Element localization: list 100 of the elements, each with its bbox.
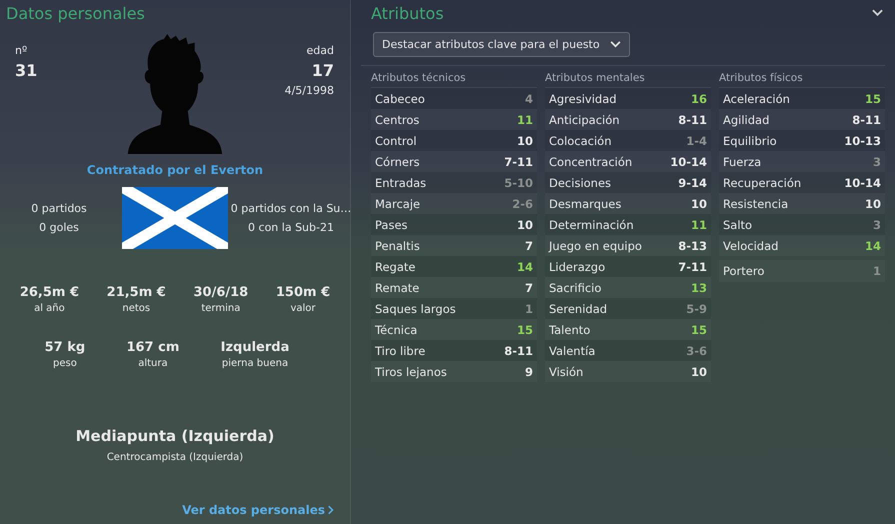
stat-label: netos xyxy=(122,303,150,314)
attribute-name: Decisiones xyxy=(549,176,612,190)
birth-date: 4/5/1998 xyxy=(284,84,334,97)
attribute-name: Penaltis xyxy=(375,238,420,252)
stat-value: 57 kg xyxy=(44,340,86,355)
column-heading: Atributos técnicos xyxy=(371,66,537,88)
attribute-value: 16 xyxy=(690,92,707,106)
stat-value: 150m € xyxy=(276,285,330,300)
attribute-name: Centros xyxy=(375,112,420,126)
number-label: nº xyxy=(15,44,28,57)
attribute-value: 3 xyxy=(872,154,881,168)
attribute-value: 14 xyxy=(864,238,881,252)
attribute-value: 1-4 xyxy=(686,134,707,148)
attribute-value: 3-6 xyxy=(686,344,707,358)
stat-value: 167 cm xyxy=(126,340,180,355)
attribute-name: Visión xyxy=(549,364,584,378)
stat-label: termina xyxy=(201,303,240,314)
stat-label: altura xyxy=(138,358,168,369)
attribute-value: 3 xyxy=(872,218,881,232)
attribute-value: 4 xyxy=(524,92,533,106)
attribute-name: Talento xyxy=(549,322,590,336)
attribute-name: Colocación xyxy=(549,134,612,148)
stat-label: valor xyxy=(290,303,316,314)
stat-value: 26,5m € xyxy=(20,285,80,300)
attribute-name: Recuperación xyxy=(723,176,802,190)
attribute-value: 10 xyxy=(516,134,533,148)
attribute-name: Control xyxy=(375,134,417,148)
stat-label: al año xyxy=(34,303,65,314)
attribute-name: Marcaje xyxy=(375,196,420,210)
attribute-value: 9-14 xyxy=(678,176,707,190)
attribute-value: 11 xyxy=(690,218,707,232)
attribute-name: Tiros lejanos xyxy=(375,364,447,378)
attribute-name: Saques largos xyxy=(375,302,456,316)
stat-value: Izqulerda xyxy=(220,340,290,355)
attribute-name: Sacrificio xyxy=(549,280,602,294)
attribute-value: 5-10 xyxy=(504,176,533,190)
stat-label: pierna buena xyxy=(222,358,288,369)
attribute-value: 1 xyxy=(872,264,881,278)
attribute-value: 11 xyxy=(516,112,533,126)
attribute-value: 8-11 xyxy=(678,112,707,126)
attribute-name: Remate xyxy=(375,280,420,294)
panel-title: Atributos xyxy=(370,3,444,25)
panel-title: Datos personales xyxy=(5,3,146,25)
column-heading: Atributos mentales xyxy=(545,66,711,88)
caps-text: 0 goles xyxy=(39,221,79,234)
stat-value: 21,5m € xyxy=(106,285,166,300)
attribute-value: 7 xyxy=(524,280,533,294)
caps-text: 0 con la Sub-21 xyxy=(248,221,334,234)
chevron-down-icon[interactable] xyxy=(872,9,883,17)
attribute-value: 7-11 xyxy=(678,260,707,274)
highlight-dropdown[interactable]: Destacar atributos clave para el puesto xyxy=(373,32,630,57)
attribute-name: Entradas xyxy=(375,176,426,190)
attribute-value: 1 xyxy=(524,302,533,316)
attribute-name: Desmarques xyxy=(549,196,622,210)
attribute-name: Córners xyxy=(375,154,420,168)
attribute-name: Técnica xyxy=(375,322,418,336)
attribute-value: 10 xyxy=(516,218,533,232)
attribute-value: 10-14 xyxy=(844,176,881,190)
caps-text: 0 partidos xyxy=(31,202,87,215)
attribute-value: 10 xyxy=(864,196,881,210)
attribute-value: 10 xyxy=(690,364,707,378)
secondary-position: Centrocampista (Izquierda) xyxy=(106,452,244,463)
stat-value: 30/6/18 xyxy=(194,285,248,300)
attribute-value: 10 xyxy=(690,196,707,210)
attribute-name: Determinación xyxy=(549,218,634,232)
attribute-value: 8-13 xyxy=(678,238,707,252)
attribute-value: 5-9 xyxy=(686,302,707,316)
attribute-value: 10-13 xyxy=(844,134,881,148)
attribute-name: Portero xyxy=(723,264,764,278)
attribute-value: 7-11 xyxy=(504,154,533,168)
position-title: Mediapunta (Izquierda) xyxy=(74,427,276,445)
age-label: edad xyxy=(306,44,334,57)
attribute-name: Tiro libre xyxy=(375,344,426,358)
attribute-name: Velocidad xyxy=(723,238,778,252)
chevron-down-icon xyxy=(610,41,621,48)
attribute-value: 9 xyxy=(524,364,533,378)
attribute-name: Juego en equipo xyxy=(549,238,642,252)
attribute-value: 8-11 xyxy=(504,344,533,358)
attribute-value: 15 xyxy=(516,322,533,336)
attribute-value: 10-14 xyxy=(670,154,707,168)
caps-text: 0 partidos con la Su… xyxy=(230,202,352,215)
personal-details-link[interactable]: Ver datos personales xyxy=(182,503,334,517)
chevron-right-icon xyxy=(328,505,334,515)
attribute-name: Valentía xyxy=(549,344,596,358)
attribute-value: 15 xyxy=(864,92,881,106)
attribute-value: 2-6 xyxy=(512,196,533,210)
flag-icon xyxy=(122,187,228,249)
attribute-name: Liderazgo xyxy=(549,260,606,274)
attribute-value: 14 xyxy=(516,260,533,274)
shirt-number: 31 xyxy=(15,61,38,80)
attribute-name: Concentración xyxy=(549,154,632,168)
attribute-name: Cabeceo xyxy=(375,92,425,106)
attribute-name: Resistencia xyxy=(723,196,788,210)
attribute-name: Regate xyxy=(375,260,416,274)
attribute-value: 15 xyxy=(690,322,707,336)
attribute-value: 8-11 xyxy=(852,112,881,126)
club-text: Contratado por el Everton xyxy=(86,163,264,177)
attribute-value: 13 xyxy=(690,280,707,294)
attribute-name: Agresividad xyxy=(549,92,617,106)
age-value: 17 xyxy=(312,61,334,80)
